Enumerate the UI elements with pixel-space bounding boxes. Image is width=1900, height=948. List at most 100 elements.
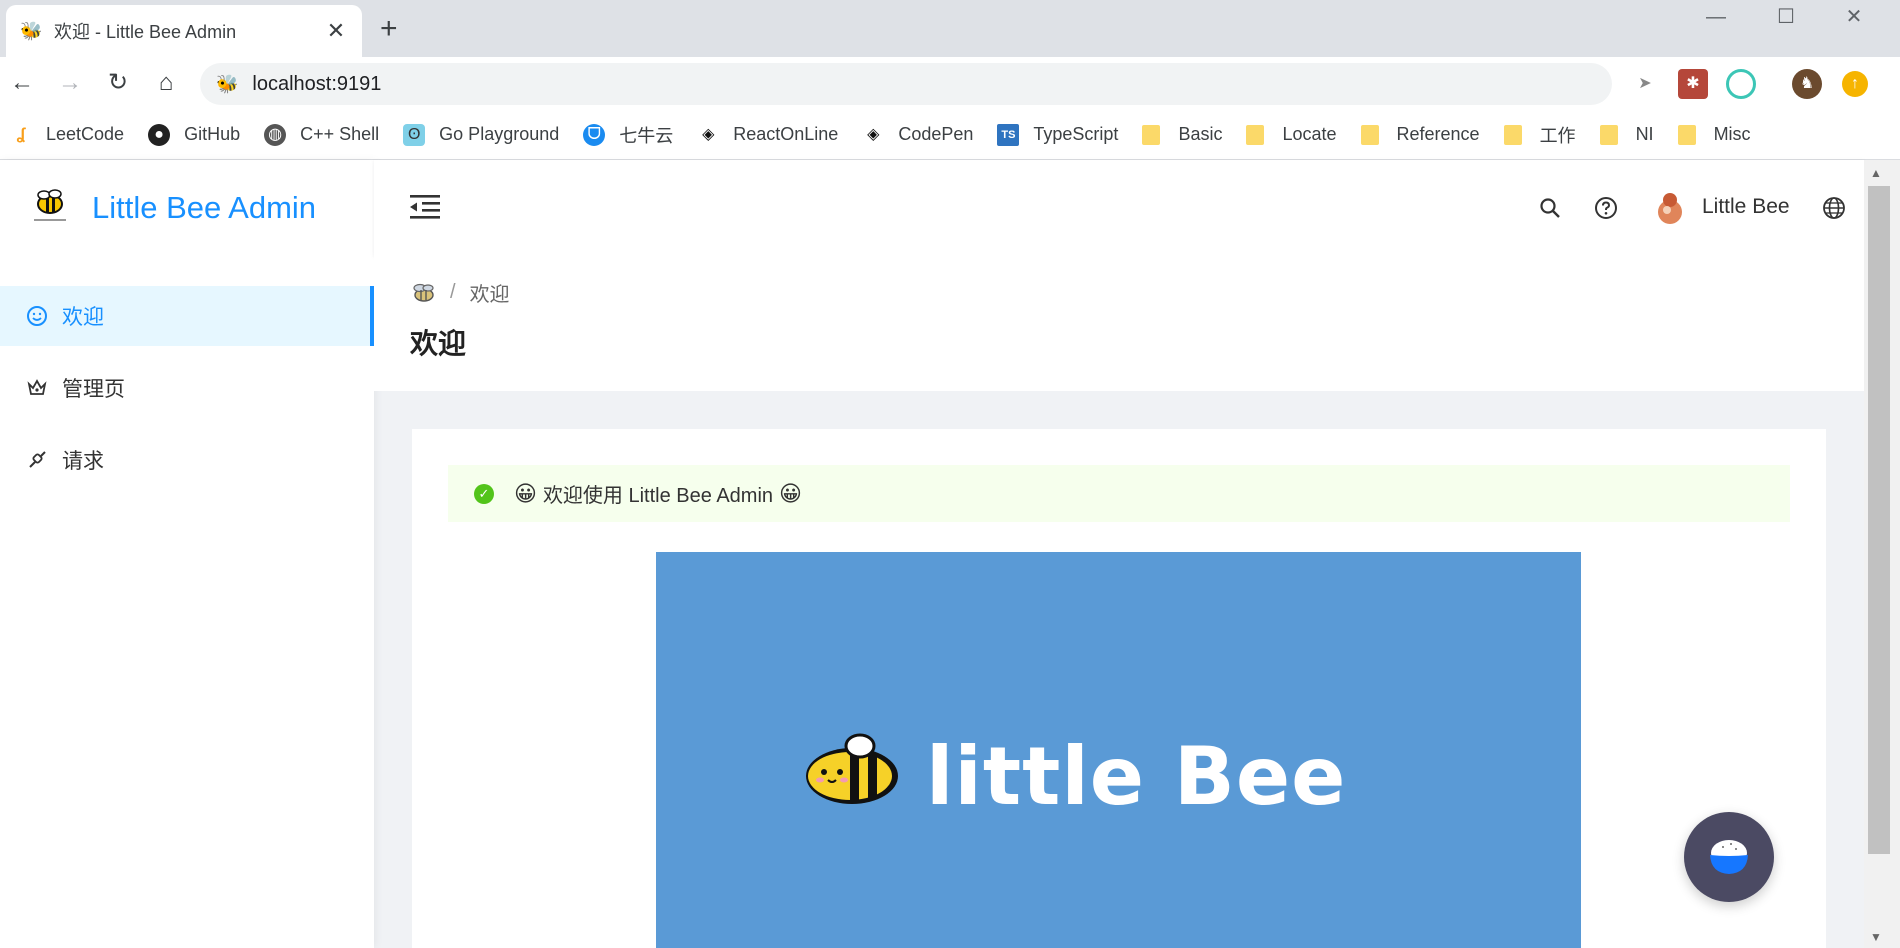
bookmark-folder-locate[interactable]: Locate (1246, 124, 1337, 145)
typescript-icon: TS (997, 123, 1020, 146)
bookmark-folder-reference[interactable]: Reference (1360, 124, 1480, 145)
folder-icon (1142, 124, 1161, 145)
bookmark-label: CodePen (898, 124, 974, 144)
github-icon: ● (148, 123, 171, 146)
breadcrumb-separator: / (450, 281, 456, 303)
floating-rice-bowl-button[interactable] (1684, 812, 1774, 902)
tab-title: 欢迎 - Little Bee Admin (54, 22, 237, 42)
bookmark-folder-misc[interactable]: Misc (1677, 124, 1751, 145)
scroll-down-icon[interactable]: ▼ (1870, 930, 1882, 944)
smile-icon (26, 305, 48, 327)
breadcrumb-current: 欢迎 (469, 284, 510, 306)
search-icon[interactable] (1538, 196, 1562, 220)
tab-close-icon[interactable]: ✕ (324, 18, 348, 44)
menu-label: 欢迎 (62, 306, 104, 329)
bee-favicon-icon: 🐝 (20, 21, 43, 41)
menu-item-request[interactable]: 请求 (0, 430, 374, 490)
menu-label: 请求 (62, 450, 104, 473)
maximize-icon[interactable]: ☐ (1756, 2, 1816, 32)
rice-bowl-icon (1710, 840, 1748, 874)
bookmark-folder-ni[interactable]: NI (1599, 124, 1654, 145)
bookmark-label: Locate (1282, 124, 1337, 144)
browser-toolbar: ← → ↻ ⌂ 🐝 localhost:9191 ➤ ✱ ♞ ↑ (0, 57, 1900, 110)
gopher-icon: ʘ (403, 123, 426, 146)
bookmark-label: LeetCode (46, 124, 125, 144)
grinning-emoji-icon: 😀 (779, 480, 802, 506)
bookmark-label: Go Playground (439, 124, 560, 144)
bookmark-label: ReactOnLine (733, 124, 839, 144)
bookmark-reactonline[interactable]: ◈ ReactOnLine (697, 124, 838, 146)
bookmark-cpp-shell[interactable]: ◍ C++ Shell (264, 123, 380, 146)
bookmark-label: NI (1635, 124, 1654, 144)
bookmark-qiniu[interactable]: ᗜ 七牛云 (583, 122, 673, 148)
minimize-icon[interactable]: — (1686, 2, 1746, 32)
bookmark-leetcode[interactable]: ʆ LeetCode (10, 124, 124, 146)
side-menu: 欢迎 管理页 请求 (0, 286, 374, 502)
scrollbar-thumb[interactable] (1868, 186, 1890, 854)
page-scrollbar[interactable]: ▲ ▼ (1864, 160, 1900, 948)
api-icon (26, 449, 48, 471)
page-header: / 欢迎 欢迎 (374, 256, 1864, 391)
check-circle-icon: ✓ (474, 483, 494, 504)
folder-icon (1360, 124, 1379, 145)
bookmark-github[interactable]: ● GitHub (148, 123, 240, 146)
leetcode-icon: ʆ (16, 125, 26, 143)
new-tab-icon[interactable]: + (380, 12, 398, 46)
bookmark-label: TypeScript (1033, 124, 1119, 144)
user-name[interactable]: Little Bee (1702, 195, 1790, 219)
home-icon[interactable]: ⌂ (150, 67, 182, 99)
back-icon[interactable]: ← (6, 67, 38, 99)
bookmark-folder-basic[interactable]: Basic (1142, 124, 1222, 145)
profile-avatar-icon[interactable]: ♞ (1792, 69, 1822, 99)
codepen-icon: ◈ (702, 125, 715, 143)
bookmark-label: 七牛云 (619, 125, 674, 146)
global-header: Little Bee (374, 160, 1864, 256)
folder-icon (1503, 124, 1522, 145)
menu-item-admin[interactable]: 管理页 (0, 358, 374, 418)
help-icon[interactable] (1594, 196, 1618, 220)
reload-icon[interactable]: ↻ (102, 67, 134, 99)
little-bee-banner: little Bee (656, 552, 1581, 948)
bookmark-folder-work[interactable]: 工作 (1503, 122, 1576, 148)
grinning-emoji-icon: 😀 (514, 480, 537, 506)
bookmark-go-playground[interactable]: ʘ Go Playground (403, 123, 560, 146)
menu-label: 管理页 (62, 378, 125, 401)
cursor-extension-icon[interactable]: ➤ (1630, 69, 1660, 99)
browser-tab[interactable]: 🐝 欢迎 - Little Bee Admin ✕ (6, 5, 362, 57)
breadcrumb: / 欢迎 (410, 278, 510, 307)
bookmark-typescript[interactable]: TS TypeScript (997, 123, 1119, 146)
bee-home-icon[interactable] (410, 283, 436, 303)
menu-item-welcome[interactable]: 欢迎 (0, 286, 374, 346)
update-icon[interactable]: ↑ (1842, 71, 1868, 97)
brand-title[interactable]: Little Bee Admin (92, 190, 316, 226)
folder-icon (1599, 124, 1618, 145)
menu-fold-icon[interactable] (410, 194, 440, 220)
little-bee-logo-icon (34, 189, 66, 221)
scroll-up-icon[interactable]: ▲ (1870, 166, 1882, 180)
page-title: 欢迎 (410, 328, 467, 359)
language-globe-icon[interactable] (1822, 196, 1846, 220)
banner-title: little Bee (926, 730, 1347, 823)
qiniu-icon: ᗜ (583, 123, 606, 146)
bookmark-codepen[interactable]: ◈ CodePen (862, 124, 973, 146)
bookmarks-bar: ʆ LeetCode ● GitHub ◍ C++ Shell ʘ Go Pla… (0, 110, 1900, 160)
alert-message: 欢迎使用 Little Bee Admin (542, 485, 774, 507)
browser-titlebar: 🐝 欢迎 - Little Bee Admin ✕ + — ☐ ✕ (0, 0, 1900, 57)
bee-mascot-icon (806, 733, 898, 804)
window-close-icon[interactable]: ✕ (1824, 2, 1884, 32)
sidebar: Little Bee Admin 欢迎 管理页 请求 (0, 160, 374, 948)
extension-red-icon[interactable]: ✱ (1678, 69, 1708, 99)
codepen-icon: ◈ (867, 125, 880, 143)
bookmark-label: Reference (1396, 124, 1480, 144)
crown-icon (26, 377, 48, 399)
address-bar[interactable]: 🐝 localhost:9191 (200, 63, 1612, 105)
extension-target-icon[interactable] (1726, 69, 1756, 99)
content-card: ✓ 😀 欢迎使用 Little Bee Admin 😀 little Bee (412, 429, 1826, 948)
url-text: localhost:9191 (252, 72, 382, 95)
folder-icon (1246, 124, 1265, 145)
folder-icon (1677, 124, 1696, 145)
bookmark-label: C++ Shell (300, 124, 380, 144)
user-avatar[interactable] (1654, 190, 1686, 226)
bookmark-label: Basic (1178, 124, 1223, 144)
forward-icon[interactable]: → (54, 67, 86, 99)
